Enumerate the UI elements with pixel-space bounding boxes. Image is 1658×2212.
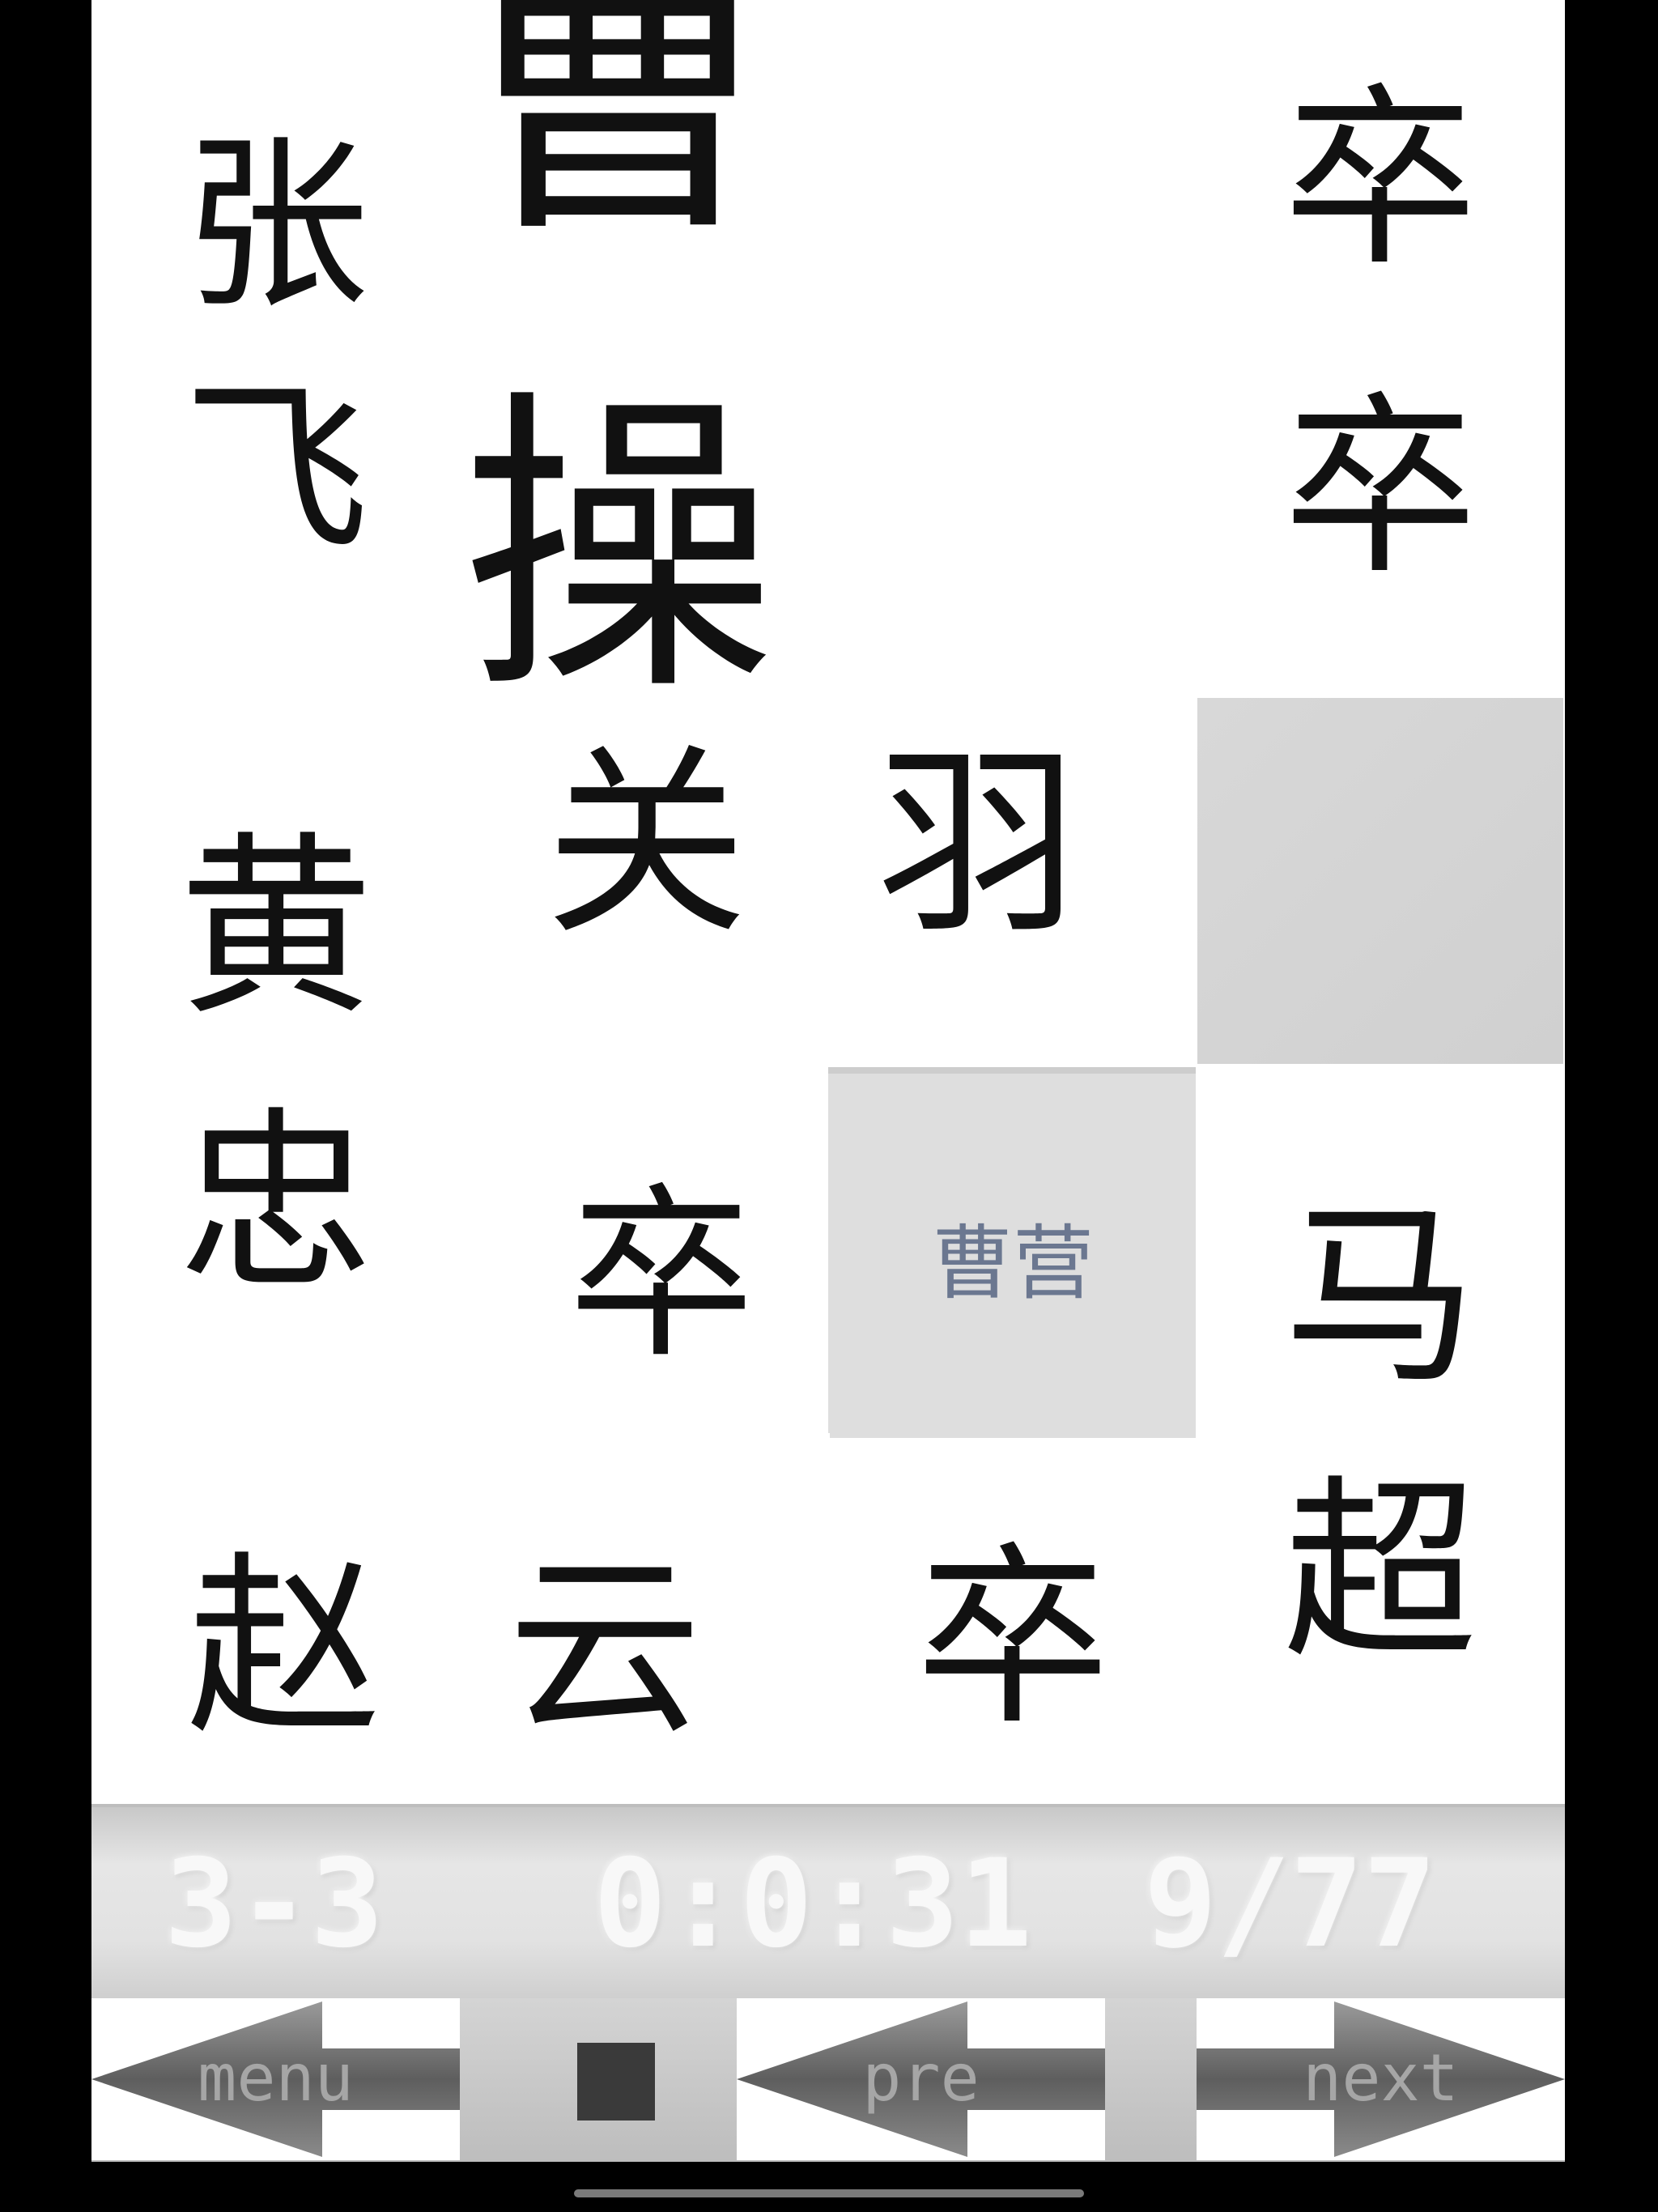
level-label: 3-3 [164,1834,384,1975]
piece-zhang-fei[interactable]: 张 飞 [91,0,461,698]
menu-button-label: menu [198,2040,354,2116]
moves-counter: 9/77 [1144,1834,1437,1975]
piece-ma-chao-char-1: 马 [1282,1183,1477,1410]
piece-soldier-label: 卒 [1282,65,1477,292]
piece-ma-chao[interactable]: 马 超 [1196,1064,1565,1804]
prev-button-label: pre [862,2040,980,2116]
exit-cell-cao-ying: 曹营 [828,1067,1197,1438]
piece-soldier-label: 卒 [1282,373,1477,601]
game-board: 张 飞 曹 操 卒 卒 黄 忠 关 羽 卒 曹营 马 超 赵 云 卒 [91,0,1565,1804]
piece-soldier-label: 卒 [568,1167,755,1384]
piece-cao-cao[interactable]: 曹 操 [461,0,1196,732]
piece-soldier[interactable]: 卒 [830,1438,1196,1804]
piece-ma-chao-char-2: 超 [1282,1458,1477,1685]
piece-zhang-fei-char-2: 飞 [182,363,369,579]
piece-soldier[interactable]: 卒 [1196,0,1565,324]
stop-button[interactable] [577,2043,655,2121]
status-bar: 3-3 0:0:31 9/77 [91,1804,1565,1998]
piece-soldier[interactable]: 卒 [461,1067,830,1433]
next-button[interactable]: next [1197,1998,1565,2160]
exit-cell-label: 曹营 [932,1215,1094,1311]
piece-guan-yu[interactable]: 关 羽 [461,698,1196,1067]
home-indicator [574,2189,1084,2197]
piece-huang-zhong[interactable]: 黄 忠 [91,698,461,1433]
next-button-label: next [1303,2040,1459,2116]
control-bar: menu pre next [91,1998,1565,2162]
piece-huang-zhong-char-1: 黄 [178,815,373,1041]
prev-button[interactable]: pre [737,1998,1105,2160]
piece-soldier-label: 卒 [915,1524,1110,1751]
empty-cell [1197,698,1563,1064]
piece-cao-cao-label: 曹 操 [461,0,801,732]
piece-guan-yu-label: 关 羽 [545,726,1112,962]
piece-zhao-yun-label: 赵 云 [186,1534,735,1761]
piece-huang-zhong-char-2: 忠 [178,1090,373,1317]
piece-zhao-yun[interactable]: 赵 云 [91,1433,830,1804]
piece-soldier[interactable]: 卒 [1196,332,1565,698]
menu-button[interactable]: menu [91,1998,460,2160]
timer-label: 0:0:31 [593,1834,1032,1975]
piece-zhang-fei-char-1: 张 [182,118,369,334]
